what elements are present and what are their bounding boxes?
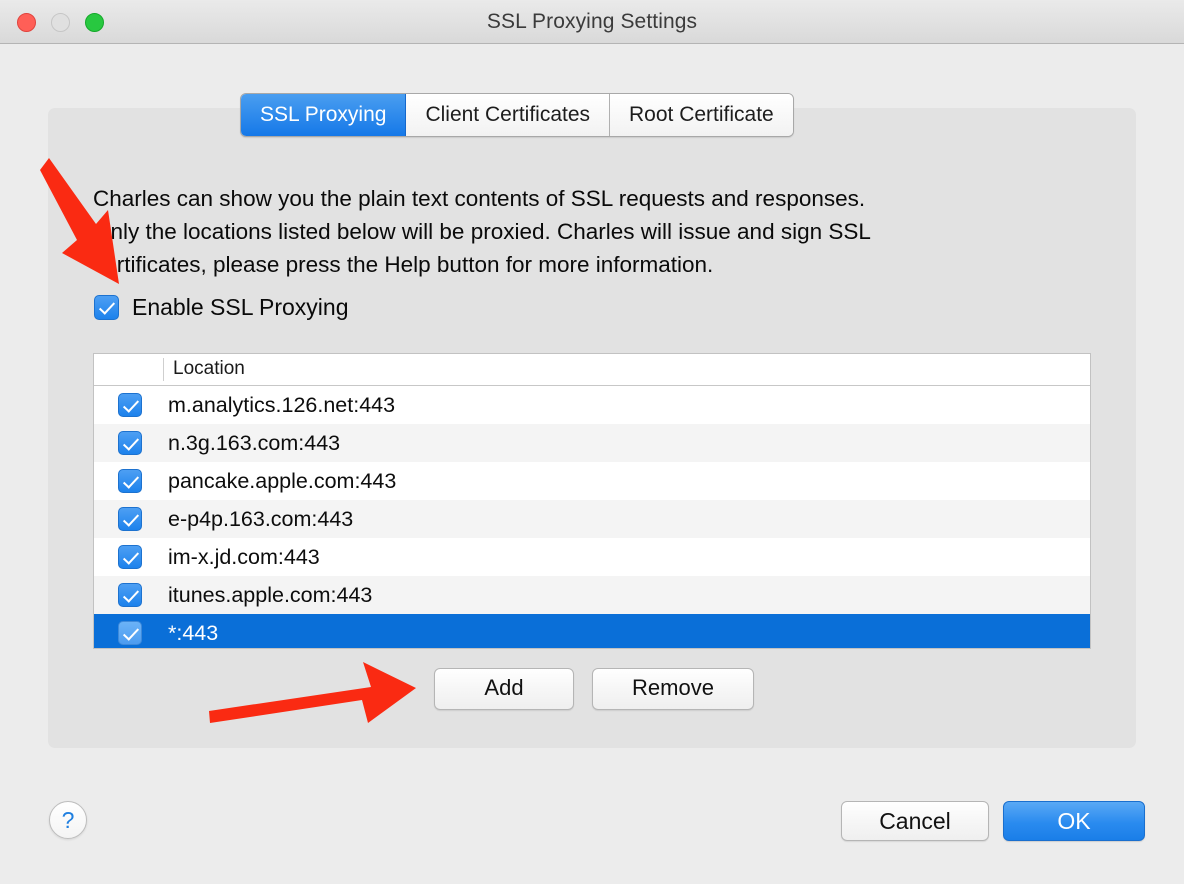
help-button[interactable]: ? bbox=[49, 801, 87, 839]
row-checkbox[interactable] bbox=[118, 583, 142, 607]
window-title: SSL Proxying Settings bbox=[486, 10, 698, 33]
table-row[interactable]: e-p4p.163.com:443 bbox=[94, 500, 1090, 538]
row-location-label: *:443 bbox=[168, 620, 219, 645]
row-checkbox[interactable] bbox=[118, 469, 142, 493]
tab-client-certificates[interactable]: Client Certificates bbox=[406, 94, 611, 136]
remove-button[interactable]: Remove bbox=[592, 668, 754, 710]
table-row[interactable]: m.analytics.126.net:443 bbox=[94, 386, 1090, 424]
enable-ssl-proxying-checkbox[interactable] bbox=[94, 295, 119, 320]
locations-table[interactable]: Location m.analytics.126.net:443 n.3g.16… bbox=[93, 353, 1091, 649]
description-line-2: Only the locations listed below will be … bbox=[93, 219, 871, 244]
table-row[interactable]: pancake.apple.com:443 bbox=[94, 462, 1090, 500]
enable-ssl-proxying-row[interactable]: Enable SSL Proxying bbox=[94, 294, 349, 321]
tab-root-certificate[interactable]: Root Certificate bbox=[610, 94, 793, 136]
row-checkbox[interactable] bbox=[118, 393, 142, 417]
table-row[interactable]: n.3g.163.com:443 bbox=[94, 424, 1090, 462]
window-titlebar: SSL Proxying Settings bbox=[0, 0, 1184, 44]
list-action-buttons: Add Remove bbox=[434, 668, 754, 710]
table-row-selected[interactable]: *:443 bbox=[94, 614, 1090, 648]
row-location-label: pancake.apple.com:443 bbox=[168, 468, 397, 493]
description-line-3: certificates, please press the Help butt… bbox=[93, 252, 714, 277]
description-text: Charles can show you the plain text cont… bbox=[93, 182, 1083, 281]
add-button[interactable]: Add bbox=[434, 668, 574, 710]
column-header-location[interactable]: Location bbox=[173, 358, 245, 380]
row-checkbox[interactable] bbox=[118, 621, 142, 645]
row-location-label: n.3g.163.com:443 bbox=[168, 430, 341, 455]
ok-button[interactable]: OK bbox=[1003, 801, 1145, 841]
tab-bar: SSL Proxying Client Certificates Root Ce… bbox=[240, 93, 794, 137]
row-location-label: e-p4p.163.com:443 bbox=[168, 506, 354, 531]
row-checkbox[interactable] bbox=[118, 545, 142, 569]
table-header-row: Location bbox=[94, 354, 1090, 386]
cancel-button[interactable]: Cancel bbox=[841, 801, 989, 841]
row-location-label: itunes.apple.com:443 bbox=[168, 582, 373, 607]
table-row[interactable]: im-x.jd.com:443 bbox=[94, 538, 1090, 576]
table-row[interactable]: itunes.apple.com:443 bbox=[94, 576, 1090, 614]
row-checkbox[interactable] bbox=[118, 507, 142, 531]
row-location-label: im-x.jd.com:443 bbox=[168, 544, 320, 569]
description-line-1: Charles can show you the plain text cont… bbox=[93, 186, 866, 211]
tab-ssl-proxying[interactable]: SSL Proxying bbox=[241, 94, 407, 136]
row-location-label: m.analytics.126.net:443 bbox=[168, 392, 396, 417]
enable-ssl-proxying-label: Enable SSL Proxying bbox=[132, 294, 349, 320]
row-checkbox[interactable] bbox=[118, 431, 142, 455]
column-divider bbox=[163, 358, 164, 381]
